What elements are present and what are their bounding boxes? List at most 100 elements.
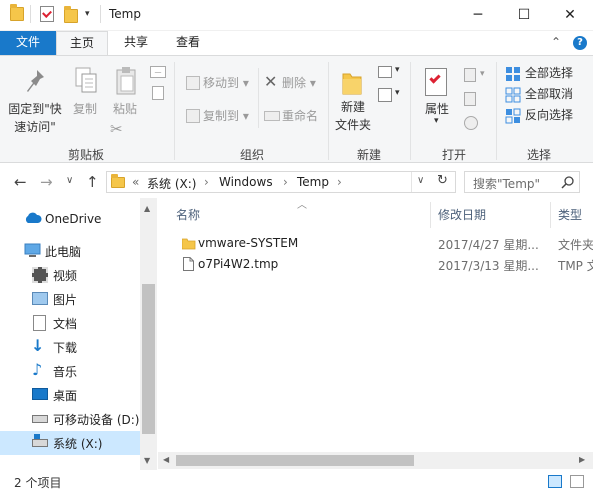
nav-item-label: 音乐 bbox=[53, 364, 78, 379]
group-label-organize: 组织 bbox=[240, 148, 265, 162]
history-icon[interactable] bbox=[464, 116, 478, 130]
refresh-icon[interactable]: ↻ bbox=[437, 173, 448, 188]
search-input[interactable]: 搜索"Temp" bbox=[464, 171, 580, 193]
copy-to-button[interactable]: 复制到 ▾ bbox=[203, 106, 249, 126]
rename-icon bbox=[264, 111, 280, 121]
folder-icon bbox=[181, 238, 196, 250]
nav-item-removable-drive[interactable]: 可移动设备 (D:) bbox=[0, 407, 140, 431]
easy-access-icon[interactable] bbox=[378, 88, 392, 102]
close-button[interactable]: ✕ bbox=[547, 0, 593, 30]
cut-icon[interactable]: ✂ bbox=[110, 120, 123, 138]
scroll-down-arrow-icon[interactable]: ▼ bbox=[144, 456, 150, 465]
breadcrumb-item[interactable]: 系统 (X:) bbox=[147, 175, 196, 192]
tab-home[interactable]: 主页 bbox=[56, 31, 108, 56]
nav-item-desktop[interactable]: 桌面 bbox=[0, 383, 140, 407]
nav-item-label: 下载 bbox=[53, 340, 78, 355]
nav-item-pictures[interactable]: 图片 bbox=[0, 287, 140, 311]
help-icon[interactable]: ? bbox=[573, 36, 587, 50]
nav-item-downloads[interactable]: ↓ 下载 bbox=[0, 335, 140, 359]
nav-item-this-pc[interactable]: 此电脑 bbox=[0, 239, 140, 263]
qat-divider bbox=[30, 5, 31, 23]
copy-icon bbox=[74, 66, 98, 96]
breadcrumb-separator[interactable]: › bbox=[283, 175, 288, 189]
search-icon[interactable] bbox=[561, 175, 575, 189]
new-folder-icon[interactable] bbox=[64, 6, 78, 23]
details-view-icon[interactable] bbox=[548, 475, 562, 488]
paste-button[interactable]: 粘贴 bbox=[110, 100, 140, 118]
window-title: Temp bbox=[109, 7, 141, 21]
copy-path-icon[interactable]: — bbox=[150, 66, 166, 78]
new-item-dropdown-icon[interactable]: ▾ bbox=[395, 65, 400, 75]
table-row[interactable]: o7Pi4W2.tmp 2017/3/13 星期... TMP 文 bbox=[162, 254, 593, 275]
column-header-type[interactable]: 类型 bbox=[558, 206, 582, 223]
table-row[interactable]: vmware-SYSTEM 2017/4/27 星期... 文件夹 bbox=[162, 233, 593, 254]
address-bar[interactable]: « 系统 (X:) › Windows › Temp › ∨ ↻ bbox=[106, 171, 456, 193]
music-note-icon: ♪ bbox=[32, 360, 43, 379]
qat-divider-2 bbox=[100, 5, 101, 23]
collapse-ribbon-icon[interactable]: ⌃ bbox=[551, 35, 561, 49]
nav-item-onedrive[interactable]: OneDrive bbox=[0, 207, 140, 231]
new-item-icon[interactable] bbox=[378, 66, 392, 78]
nav-item-label: 视频 bbox=[53, 268, 78, 283]
select-all-button[interactable]: 全部选择 bbox=[525, 63, 573, 83]
item-count: 2 个项目 bbox=[14, 476, 62, 490]
large-icons-view-icon[interactable] bbox=[570, 475, 584, 488]
nav-item-system-drive[interactable]: 系统 (X:) bbox=[0, 431, 140, 455]
breadcrumb-separator[interactable]: › bbox=[204, 175, 209, 189]
nav-item-music[interactable]: ♪ 音乐 bbox=[0, 359, 140, 383]
download-arrow-icon: ↓ bbox=[31, 336, 45, 355]
edit-icon[interactable] bbox=[464, 92, 476, 106]
paste-shortcut-icon[interactable] bbox=[152, 86, 164, 100]
open-icon[interactable] bbox=[464, 68, 476, 82]
copy-button[interactable]: 复制 bbox=[70, 100, 100, 118]
delete-button[interactable]: 删除 ▾ bbox=[282, 73, 316, 93]
file-name: vmware-SYSTEM bbox=[198, 236, 299, 250]
nav-item-documents[interactable]: 文档 bbox=[0, 311, 140, 335]
invert-selection-button[interactable]: 反向选择 bbox=[525, 105, 573, 125]
scroll-up-arrow-icon[interactable]: ▲ bbox=[144, 204, 150, 213]
easy-access-dropdown-icon[interactable]: ▾ bbox=[395, 88, 400, 98]
delete-label: 删除 bbox=[282, 76, 307, 90]
file-type: 文件夹 bbox=[558, 238, 593, 252]
group-label-clipboard: 剪贴板 bbox=[68, 148, 105, 162]
properties-dropdown-icon[interactable]: ▾ bbox=[434, 116, 439, 126]
column-header-date[interactable]: 修改日期 bbox=[438, 206, 486, 223]
minimize-button[interactable]: ─ bbox=[455, 0, 501, 30]
open-dropdown-icon[interactable]: ▾ bbox=[480, 69, 485, 79]
column-separator[interactable] bbox=[550, 202, 551, 228]
recent-locations-button[interactable]: ∨ bbox=[66, 175, 73, 186]
invert-selection-icon bbox=[505, 108, 521, 124]
breadcrumb-separator[interactable]: › bbox=[337, 175, 342, 189]
breadcrumb-overflow[interactable]: « bbox=[132, 175, 139, 189]
group-separator bbox=[496, 62, 497, 160]
tab-view[interactable]: 查看 bbox=[164, 31, 212, 55]
breadcrumb-item[interactable]: Windows bbox=[219, 175, 273, 189]
new-folder-label-line2: 文件夹 bbox=[334, 118, 371, 132]
up-button[interactable]: ↑ bbox=[86, 173, 99, 191]
address-dropdown-icon[interactable]: ∨ bbox=[417, 175, 424, 186]
tab-file[interactable]: 文件 bbox=[0, 31, 56, 55]
rename-button[interactable]: 重命名 bbox=[282, 106, 318, 126]
qat-customize-icon[interactable]: ▾ bbox=[85, 9, 90, 19]
pin-quick-access-button[interactable]: 固定到"快 速访问" bbox=[6, 100, 64, 136]
new-folder-button[interactable]: 新建 文件夹 bbox=[330, 98, 376, 134]
forward-button[interactable]: → bbox=[40, 173, 53, 191]
paste-icon bbox=[114, 66, 140, 98]
breadcrumb-item[interactable]: Temp bbox=[297, 175, 329, 189]
nav-item-videos[interactable]: 视频 bbox=[0, 263, 140, 287]
maximize-button[interactable]: ☐ bbox=[501, 0, 547, 30]
nav-scrollbar-thumb[interactable] bbox=[142, 284, 155, 434]
move-to-button[interactable]: 移动到 ▾ bbox=[203, 73, 249, 93]
tab-share[interactable]: 共享 bbox=[112, 31, 160, 55]
nav-item-label: 此电脑 bbox=[45, 244, 82, 259]
scroll-left-arrow-icon[interactable]: ◀ bbox=[163, 455, 169, 464]
group-separator bbox=[410, 62, 411, 160]
properties-icon[interactable] bbox=[40, 6, 54, 22]
back-button[interactable]: ← bbox=[14, 173, 27, 191]
select-none-button[interactable]: 全部取消 bbox=[525, 84, 573, 104]
column-separator[interactable] bbox=[430, 202, 431, 228]
column-header-name[interactable]: 名称 bbox=[176, 206, 200, 223]
file-date: 2017/4/27 星期... bbox=[438, 238, 539, 252]
scroll-right-arrow-icon[interactable]: ▶ bbox=[579, 455, 585, 464]
horizontal-scrollbar-thumb[interactable] bbox=[176, 455, 414, 466]
